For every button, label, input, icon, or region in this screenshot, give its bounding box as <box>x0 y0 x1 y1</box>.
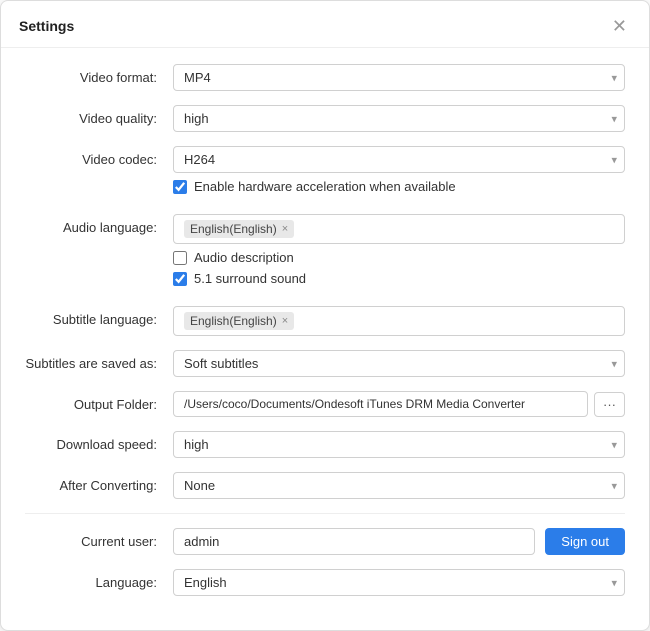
current-user-label: Current user: <box>25 528 173 549</box>
video-quality-control: high medium low ▾ <box>173 105 625 132</box>
audio-description-row: Audio description <box>173 250 625 265</box>
video-quality-label: Video quality: <box>25 105 173 126</box>
title-bar: Settings ✕ <box>1 1 649 48</box>
subtitle-language-tag: English(English) × <box>184 312 294 330</box>
language-label: Language: <box>25 569 173 590</box>
hw-acceleration-label: Enable hardware acceleration when availa… <box>194 179 456 194</box>
subtitles-saved-row: Subtitles are saved as: Soft subtitles H… <box>25 350 625 377</box>
current-user-inner: Sign out <box>173 528 625 555</box>
output-folder-label: Output Folder: <box>25 391 173 412</box>
close-button[interactable]: ✕ <box>608 15 631 37</box>
after-converting-label: After Converting: <box>25 472 173 493</box>
after-converting-row: After Converting: None Open folder Shutd… <box>25 472 625 499</box>
video-format-select-wrapper: MP4 MOV MKV AVI ▾ <box>173 64 625 91</box>
current-user-input[interactable] <box>173 528 535 555</box>
language-select-wrapper: English Chinese French German Japanese ▾ <box>173 569 625 596</box>
subtitle-language-row: Subtitle language: English(English) × <box>25 306 625 336</box>
surround-sound-row: 5.1 surround sound <box>173 271 625 286</box>
output-folder-browse-button[interactable]: ··· <box>594 392 625 417</box>
subtitle-language-label: Subtitle language: <box>25 306 173 327</box>
video-quality-select-wrapper: high medium low ▾ <box>173 105 625 132</box>
output-folder-row: Output Folder: ··· <box>25 391 625 417</box>
video-format-select[interactable]: MP4 MOV MKV AVI <box>173 64 625 91</box>
video-quality-select[interactable]: high medium low <box>173 105 625 132</box>
audio-language-tag: English(English) × <box>184 220 294 238</box>
audio-description-checkbox[interactable] <box>173 251 187 265</box>
video-format-label: Video format: <box>25 64 173 85</box>
subtitles-saved-control: Soft subtitles Hard subtitles ▾ <box>173 350 625 377</box>
audio-language-label: Audio language: <box>25 214 173 235</box>
hw-acceleration-row: Enable hardware acceleration when availa… <box>173 179 625 194</box>
download-speed-select[interactable]: high medium low <box>173 431 625 458</box>
subtitles-saved-label: Subtitles are saved as: <box>25 350 173 371</box>
after-converting-select-wrapper: None Open folder Shutdown ▾ <box>173 472 625 499</box>
audio-language-tag-input[interactable]: English(English) × <box>173 214 625 244</box>
current-user-control: Sign out <box>173 528 625 555</box>
audio-language-control: English(English) × Audio description 5.1… <box>173 214 625 292</box>
video-format-control: MP4 MOV MKV AVI ▾ <box>173 64 625 91</box>
after-converting-select[interactable]: None Open folder Shutdown <box>173 472 625 499</box>
language-row: Language: English Chinese French German … <box>25 569 625 596</box>
video-format-row: Video format: MP4 MOV MKV AVI ▾ <box>25 64 625 91</box>
video-codec-row: Video codec: H264 H265 VP9 ▾ Enable hard… <box>25 146 625 200</box>
video-codec-control: H264 H265 VP9 ▾ Enable hardware accelera… <box>173 146 625 200</box>
video-codec-label: Video codec: <box>25 146 173 167</box>
output-folder-inner: ··· <box>173 391 625 417</box>
subtitle-language-tag-input[interactable]: English(English) × <box>173 306 625 336</box>
surround-sound-label: 5.1 surround sound <box>194 271 306 286</box>
surround-sound-checkbox[interactable] <box>173 272 187 286</box>
download-speed-control: high medium low ▾ <box>173 431 625 458</box>
video-codec-select[interactable]: H264 H265 VP9 <box>173 146 625 173</box>
video-quality-row: Video quality: high medium low ▾ <box>25 105 625 132</box>
download-speed-select-wrapper: high medium low ▾ <box>173 431 625 458</box>
download-speed-row: Download speed: high medium low ▾ <box>25 431 625 458</box>
language-select[interactable]: English Chinese French German Japanese <box>173 569 625 596</box>
subtitle-language-tag-close-icon[interactable]: × <box>282 315 288 327</box>
subtitle-language-control: English(English) × <box>173 306 625 336</box>
settings-window: Settings ✕ Video format: MP4 MOV MKV AVI… <box>0 0 650 631</box>
sign-out-button[interactable]: Sign out <box>545 528 625 555</box>
window-title: Settings <box>19 18 74 34</box>
current-user-row: Current user: Sign out <box>25 528 625 555</box>
hw-acceleration-checkbox[interactable] <box>173 180 187 194</box>
output-folder-control: ··· <box>173 391 625 417</box>
subtitles-saved-select-wrapper: Soft subtitles Hard subtitles ▾ <box>173 350 625 377</box>
audio-description-label: Audio description <box>194 250 294 265</box>
download-speed-label: Download speed: <box>25 431 173 452</box>
output-folder-input[interactable] <box>173 391 588 417</box>
video-codec-select-wrapper: H264 H265 VP9 ▾ <box>173 146 625 173</box>
settings-body: Video format: MP4 MOV MKV AVI ▾ Video qu… <box>1 48 649 630</box>
audio-language-row: Audio language: English(English) × Audio… <box>25 214 625 292</box>
audio-language-tag-close-icon[interactable]: × <box>282 223 288 235</box>
divider <box>25 513 625 514</box>
after-converting-control: None Open folder Shutdown ▾ <box>173 472 625 499</box>
language-control: English Chinese French German Japanese ▾ <box>173 569 625 596</box>
subtitles-saved-select[interactable]: Soft subtitles Hard subtitles <box>173 350 625 377</box>
